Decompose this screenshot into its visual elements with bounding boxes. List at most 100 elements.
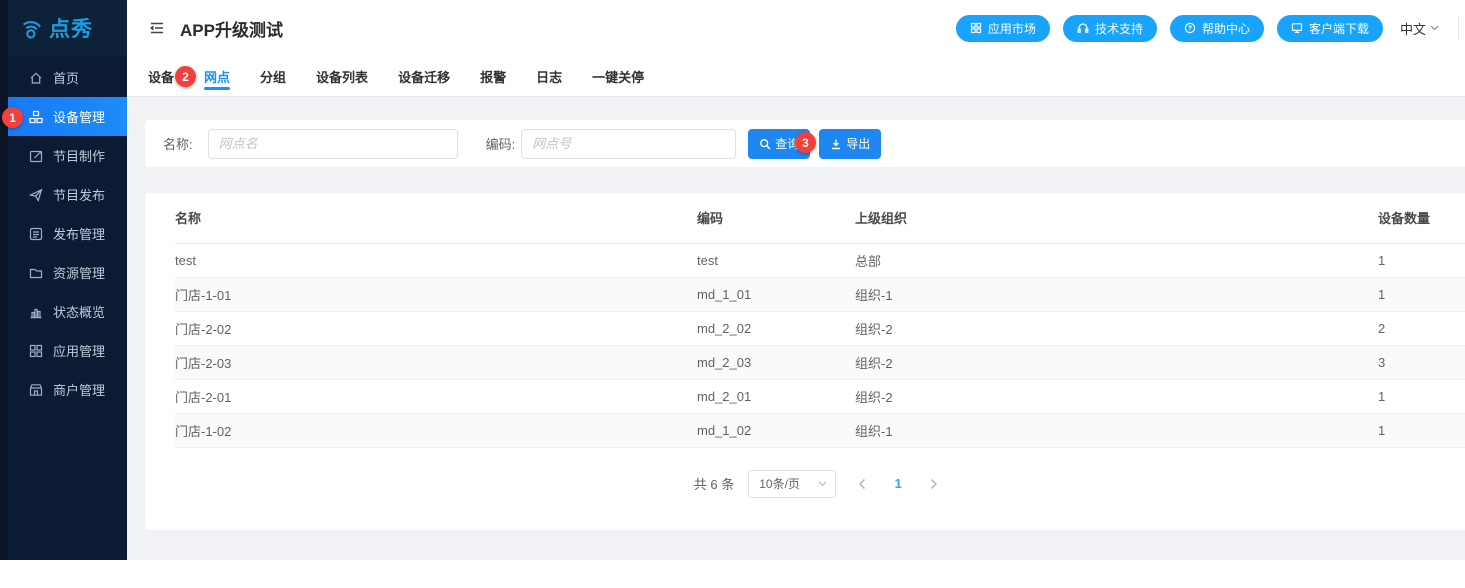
column-header-parent-org: 上级组织 <box>855 193 1378 244</box>
tab-alarm[interactable]: 报警 <box>480 56 506 96</box>
sidebar-item-label: 节目发布 <box>53 188 106 203</box>
market-icon <box>970 22 982 34</box>
download-icon <box>832 139 841 149</box>
sidebar-item-label: 设备管理 <box>53 110 106 125</box>
tab-device[interactable]: 设备 <box>148 56 174 96</box>
tech-support-button[interactable]: 技术支持 <box>1062 14 1157 42</box>
tech-support-label: 技术支持 <box>1094 21 1143 36</box>
tab-log[interactable]: 日志 <box>536 56 562 96</box>
tab-bar: 设备 网点 分组 设备列表 设备迁移 报警 日志 一键关停 <box>127 56 1465 97</box>
outlet-code-input[interactable] <box>521 128 737 159</box>
sidebar-item-label: 节目制作 <box>53 149 106 164</box>
tab-one-key-shutdown[interactable]: 一键关停 <box>592 56 644 96</box>
table-row[interactable]: 门店-2-03 md_2_03 组织-2 3 <box>175 345 1465 380</box>
sidebar-item-status-overview[interactable]: 状态概览 <box>8 292 127 331</box>
help-icon: ? <box>1184 22 1196 34</box>
cell-parent-org: 组织-2 <box>855 379 1378 414</box>
merchant-icon <box>29 383 43 397</box>
sidebar-item-program-creation[interactable]: 节目制作 <box>8 136 127 175</box>
sidebar-item-home[interactable]: 首页 <box>8 58 127 97</box>
cell-code: md_2_02 <box>697 311 855 346</box>
annotation-step-2-badge: 2 <box>175 66 196 87</box>
column-header-code: 编码 <box>697 193 855 244</box>
send-icon <box>29 188 43 202</box>
chevron-down-icon <box>818 481 827 486</box>
column-header-device-count: 设备数量 <box>1378 193 1465 244</box>
cell-device-count: 2 <box>1378 311 1465 346</box>
page-number-1[interactable]: 1 <box>888 476 908 491</box>
tab-group[interactable]: 分组 <box>260 56 286 96</box>
sidebar-menu: 首页 设备管理 节目制作 节目发布 发布管理 资源管理 状态概览 应用管理 商户… <box>8 56 127 409</box>
pagination: 共 6 条 10条/页 1 <box>175 469 1465 498</box>
code-field-label: 编码: <box>485 137 516 152</box>
export-button[interactable]: 导出 <box>819 128 882 159</box>
sidebar: 点秀 首页 设备管理 节目制作 节目发布 发布管理 资源管理 状态概览 应用管理… <box>8 0 127 560</box>
brand-logo[interactable]: 点秀 <box>8 0 127 56</box>
app-market-button[interactable]: 应用市场 <box>955 14 1050 42</box>
content-area: 名称: 编码: 查询 导出 名称 <box>127 97 1465 560</box>
outlet-name-input[interactable] <box>207 128 458 159</box>
sidebar-item-device-management[interactable]: 设备管理 <box>8 97 127 136</box>
table-row[interactable]: 门店-1-01 md_1_01 组织-1 1 <box>175 277 1465 312</box>
home-icon <box>29 71 43 85</box>
cell-parent-org: 组织-2 <box>855 345 1378 380</box>
cell-device-count: 1 <box>1378 277 1465 312</box>
window-edge-strip <box>0 0 8 585</box>
logo-text: 点秀 <box>49 18 93 41</box>
page-title: APP升级测试 <box>180 20 283 40</box>
edit-icon <box>29 149 43 163</box>
table-row[interactable]: test test 总部 1 <box>175 243 1465 278</box>
client-download-button[interactable]: 客户端下载 <box>1276 14 1383 42</box>
top-header: APP升级测试 应用市场 技术支持 ? 帮助中心 客户端下载 中文 <box>127 0 1465 56</box>
tab-outlet[interactable]: 网点 <box>204 56 231 96</box>
svg-text:?: ? <box>1188 25 1192 32</box>
sidebar-item-resource-management[interactable]: 资源管理 <box>8 253 127 292</box>
table-row[interactable]: 门店-1-02 md_1_02 组织-1 1 <box>175 413 1465 448</box>
sidebar-item-label: 首页 <box>53 71 80 86</box>
cell-name: 门店-2-03 <box>175 345 697 380</box>
cell-code: md_2_01 <box>697 379 855 414</box>
search-icon <box>760 138 771 149</box>
pagination-total: 共 6 条 <box>693 477 735 492</box>
app-market-label: 应用市场 <box>987 21 1036 36</box>
sidebar-item-publish-management[interactable]: 发布管理 <box>8 214 127 253</box>
topbar-actions: 应用市场 技术支持 ? 帮助中心 客户端下载 中文 <box>955 14 1459 42</box>
cell-code: test <box>697 243 855 278</box>
publish-icon <box>29 227 43 241</box>
devices-icon <box>29 110 43 124</box>
cell-name: 门店-2-01 <box>175 379 697 414</box>
page-size-select[interactable]: 10条/页 <box>748 469 837 498</box>
chevron-right-icon <box>931 478 938 489</box>
next-page-button[interactable] <box>922 472 946 496</box>
sidebar-item-merchant-management[interactable]: 商户管理 <box>8 370 127 409</box>
sidebar-item-app-management[interactable]: 应用管理 <box>8 331 127 370</box>
help-center-button[interactable]: ? 帮助中心 <box>1169 14 1264 42</box>
language-selector[interactable]: 中文 <box>1400 19 1439 38</box>
annotation-step-1-badge: 1 <box>2 107 23 128</box>
table-row[interactable]: 门店-2-02 md_2_02 组织-2 2 <box>175 311 1465 346</box>
annotation-step-3-badge: 3 <box>795 132 816 153</box>
sidebar-item-label: 发布管理 <box>53 227 106 242</box>
cell-device-count: 3 <box>1378 345 1465 380</box>
cell-parent-org: 组织-1 <box>855 413 1378 448</box>
cell-name: 门店-1-02 <box>175 413 697 448</box>
tab-device-migration[interactable]: 设备迁移 <box>398 56 450 96</box>
bottom-strip <box>0 560 1465 588</box>
table-header-row: 名称 编码 上级组织 设备数量 <box>175 193 1465 244</box>
sidebar-item-label: 资源管理 <box>53 266 106 281</box>
page-size-value: 10条/页 <box>759 477 800 491</box>
cell-device-count: 1 <box>1378 379 1465 414</box>
tab-device-list[interactable]: 设备列表 <box>316 56 368 96</box>
main-area: APP升级测试 应用市场 技术支持 ? 帮助中心 客户端下载 中文 设备 网点 … <box>127 0 1465 560</box>
cell-name: 门店-1-01 <box>175 277 697 312</box>
sidebar-item-program-publish[interactable]: 节目发布 <box>8 175 127 214</box>
cell-name: 门店-2-02 <box>175 311 697 346</box>
cell-code: md_2_03 <box>697 345 855 380</box>
chart-icon <box>29 305 43 319</box>
logo-signal-icon <box>22 20 41 39</box>
language-label: 中文 <box>1399 21 1426 37</box>
table-row[interactable]: 门店-2-01 md_2_01 组织-2 1 <box>175 379 1465 414</box>
prev-page-button[interactable] <box>850 472 874 496</box>
sidebar-fold-icon[interactable] <box>148 19 166 37</box>
client-download-label: 客户端下载 <box>1308 21 1369 36</box>
